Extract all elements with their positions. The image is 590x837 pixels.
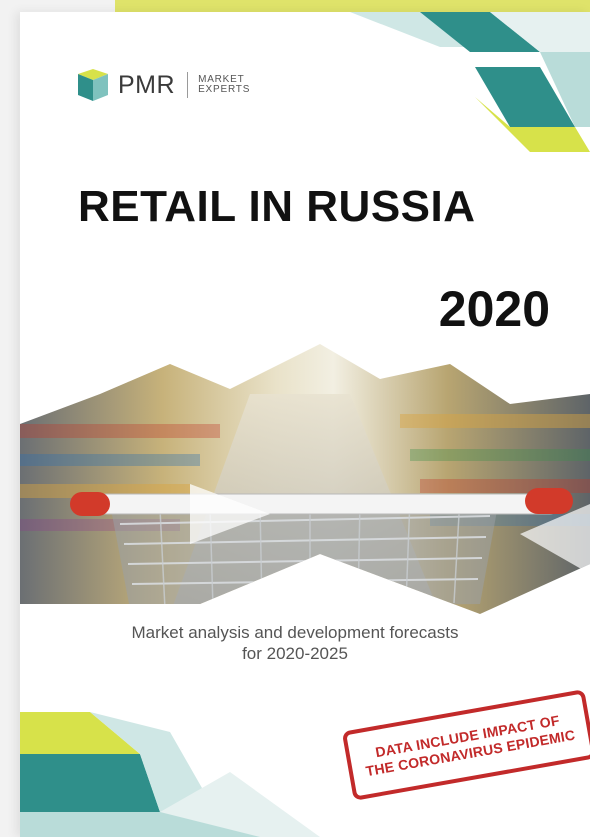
report-subtitle: Market analysis and development forecast… — [0, 622, 590, 664]
supermarket-cart-image — [20, 344, 590, 614]
report-year: 2020 — [438, 281, 550, 337]
pmr-logo: PMR MARKET EXPERTS — [76, 68, 250, 102]
top-accent-strip — [115, 0, 590, 12]
decor-teal-bottom — [20, 754, 160, 812]
subtitle-line-2: for 2020-2025 — [242, 644, 348, 663]
subtitle-line-1: Market analysis and development forecast… — [131, 623, 459, 642]
logo-wordmark: PMR — [118, 70, 176, 99]
report-title: RETAIL IN RUSSIA — [78, 182, 476, 231]
pmr-cube-icon — [78, 69, 108, 101]
logo-divider — [187, 72, 189, 98]
report-cover: PMR MARKET EXPERTS RETAIL IN RUSSIA 2020… — [20, 12, 590, 837]
logo-tagline: MARKET EXPERTS — [198, 74, 251, 95]
